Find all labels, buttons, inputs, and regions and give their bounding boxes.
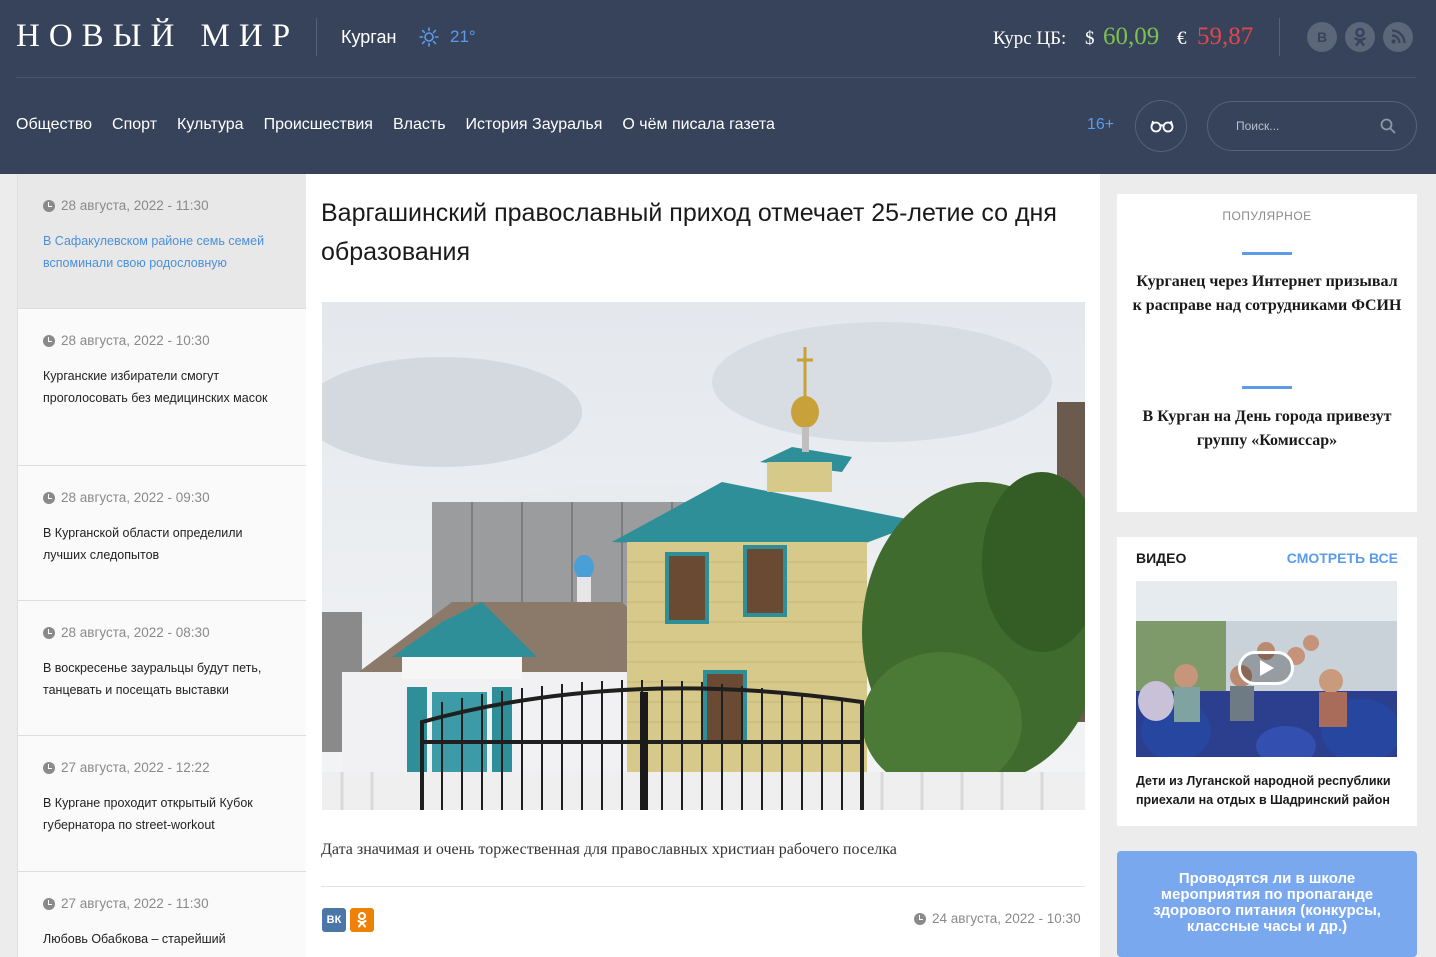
search-box	[1207, 101, 1417, 151]
odnoklassniki-icon	[357, 912, 367, 928]
feed-item-title[interactable]: В Сафакулевском районе семь семей вспоми…	[43, 230, 288, 274]
feed-item[interactable]: 28 августа, 2022 - 09:30 В Курганской об…	[18, 466, 306, 601]
vk-icon: ВК	[326, 914, 342, 926]
nav-item-sport[interactable]: Спорт	[112, 116, 157, 134]
poll-question: Проводятся ли в школе мероприятия по про…	[1153, 870, 1381, 935]
share-ok-button[interactable]	[350, 908, 374, 932]
video-block: ВИДЕО СМОТРЕТЬ ВСЕ Дети из Луганской нар…	[1117, 537, 1417, 826]
feed-item-title[interactable]: В воскресенье зауральцы будут петь, танц…	[43, 657, 288, 701]
header-divider	[16, 77, 1416, 78]
exchange-rate-label: Курс ЦБ:	[993, 28, 1067, 49]
temperature: 21°	[450, 27, 476, 46]
popular-block: ПОПУЛЯРНОЕ Курганец через Интернет призы…	[1117, 194, 1417, 512]
accent-bar	[1242, 386, 1292, 389]
feed-item[interactable]: 28 августа, 2022 - 08:30 В воскресенье з…	[18, 601, 306, 736]
nav-item-culture[interactable]: Культура	[177, 116, 244, 134]
play-icon[interactable]	[1238, 651, 1294, 685]
clock-icon	[43, 199, 55, 212]
clock-icon	[43, 626, 55, 639]
feed-item[interactable]: 28 августа, 2022 - 10:30 Курганские изби…	[18, 309, 306, 466]
usd-symbol: $	[1085, 28, 1095, 49]
popular-heading: ПОПУЛЯРНОЕ	[1222, 209, 1312, 223]
popular-item[interactable]: В Курган на День города привезут группу …	[1132, 405, 1402, 453]
clock-icon	[43, 897, 55, 910]
usd-rate: 60,09	[1103, 23, 1160, 50]
rss-icon[interactable]	[1383, 22, 1413, 52]
nav-item-incidents[interactable]: Происшествия	[264, 116, 373, 134]
odnoklassniki-glyph	[1354, 27, 1366, 47]
clock-icon	[43, 761, 55, 774]
nav-item-power[interactable]: Власть	[393, 116, 446, 134]
share-vk-button[interactable]: ВК	[322, 908, 346, 932]
video-title[interactable]: Дети из Луганской народной республики пр…	[1136, 772, 1401, 810]
feed-item-time: 28 августа, 2022 - 11:30	[43, 198, 209, 213]
nav-item-society[interactable]: Общество	[16, 116, 92, 134]
article-lead: Дата значимая и очень торжественная для …	[321, 841, 897, 858]
video-thumbnail[interactable]	[1136, 581, 1397, 757]
feed-item-title[interactable]: Курганские избиратели смогут проголосова…	[43, 365, 288, 409]
sun-icon	[419, 27, 439, 47]
feed-item-title[interactable]: В Кургане проходит открытый Кубок губерн…	[43, 792, 288, 836]
feed-item-title[interactable]: Любовь Обабкова – старейший	[43, 928, 288, 950]
accessibility-button[interactable]	[1135, 100, 1187, 152]
nav-item-history[interactable]: История Зауралья	[466, 116, 603, 134]
glasses-icon	[1150, 120, 1174, 133]
site-logo[interactable]: НОВЫЙ МИР	[16, 18, 299, 55]
search-input[interactable]	[1236, 116, 1376, 136]
feed-item[interactable]: 27 августа, 2022 - 12:22 В Кургане прохо…	[18, 736, 306, 872]
nav-item-archive[interactable]: О чём писала газета	[622, 116, 775, 134]
article-title: Варгашинский православный приход отмечае…	[321, 199, 1057, 266]
news-feed: 28 августа, 2022 - 11:30 В Сафакулевском…	[17, 174, 307, 957]
main-nav: Общество Спорт Культура Происшествия Вла…	[16, 116, 775, 134]
site-header: НОВЫЙ МИР Курган 21° Курс ЦБ: $ 60,09 € …	[0, 0, 1436, 174]
feed-item[interactable]: 28 августа, 2022 - 11:30 В Сафакулевском…	[18, 174, 306, 309]
feed-item-time: 28 августа, 2022 - 10:30	[43, 333, 210, 348]
video-heading: ВИДЕО	[1136, 550, 1187, 566]
age-rating-badge: 16+	[1087, 116, 1115, 133]
feed-item-time: 27 августа, 2022 - 12:22	[43, 760, 210, 775]
feed-item-time: 28 августа, 2022 - 08:30	[43, 625, 210, 640]
vk-icon[interactable]: В	[1307, 22, 1337, 52]
feed-item-title[interactable]: В Курганской области определили лучших с…	[43, 522, 288, 566]
clock-icon	[914, 912, 926, 925]
header-divider	[316, 18, 317, 56]
divider	[321, 886, 1085, 887]
header-divider	[1279, 18, 1280, 56]
rss-glyph	[1391, 29, 1406, 44]
accent-bar	[1242, 252, 1292, 255]
popular-item[interactable]: Курганец через Интернет призывал к распр…	[1132, 270, 1402, 318]
feed-item[interactable]: 27 августа, 2022 - 11:30 Любовь Обабкова…	[18, 872, 306, 957]
city-name: Курган	[341, 27, 397, 47]
poll-block: Проводятся ли в школе мероприятия по про…	[1117, 851, 1417, 957]
clock-icon	[43, 491, 55, 504]
feed-item-time: 27 августа, 2022 - 11:30	[43, 896, 209, 911]
odnoklassniki-icon[interactable]	[1345, 22, 1375, 52]
article: Варгашинский православный приход отмечае…	[306, 174, 1100, 957]
see-all-link[interactable]: СМОТРЕТЬ ВСЕ	[1287, 550, 1398, 566]
feed-item-time: 28 августа, 2022 - 09:30	[43, 490, 210, 505]
article-photo[interactable]	[322, 302, 1085, 810]
eur-rate: 59,87	[1197, 23, 1254, 50]
clock-icon	[43, 334, 55, 347]
article-date: 24 августа, 2022 - 10:30	[914, 911, 1081, 926]
eur-symbol: €	[1177, 28, 1187, 49]
search-icon[interactable]	[1380, 118, 1396, 134]
